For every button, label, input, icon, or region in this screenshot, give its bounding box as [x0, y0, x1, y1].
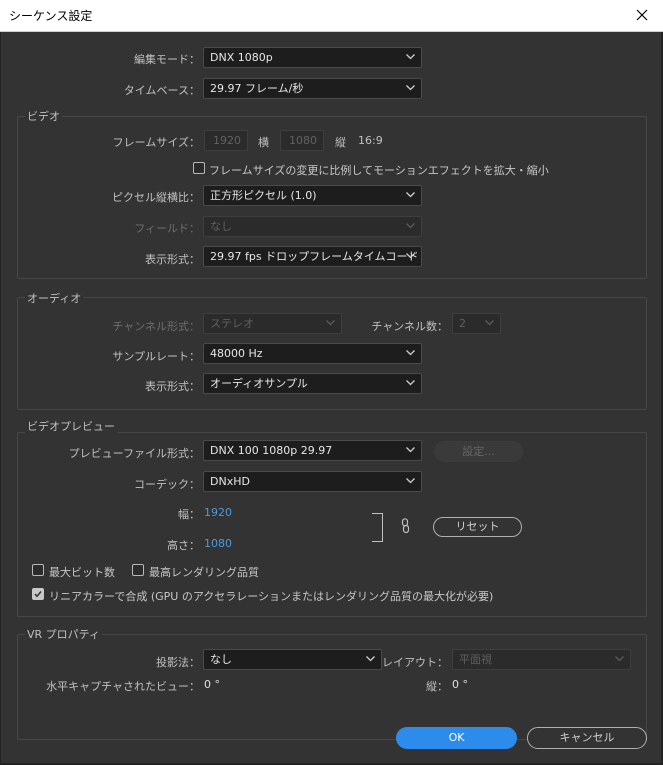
horizontal-capture-label: 水平キャプチャされたビュー： [46, 680, 200, 693]
pixel-aspect-label: ピクセル縦横比： [112, 191, 200, 204]
layout-label: レイアウト： [382, 656, 448, 669]
scale-motion-label: フレームサイズの変更に比例してモーションエフェクトを拡大・縮小 [209, 164, 549, 177]
settings-button: 設定... [434, 441, 523, 462]
timebase-value: 29.97 フレーム/秒 [210, 82, 304, 95]
link-icon[interactable] [401, 518, 410, 534]
edit-mode-label: 編集モード： [134, 53, 200, 66]
max-render-quality-checkbox[interactable] [132, 564, 144, 576]
timebase-select[interactable]: 29.97 フレーム/秒 [203, 78, 422, 99]
max-bit-depth-checkbox[interactable] [32, 564, 44, 576]
preview-height-label: 高さ： [167, 539, 200, 552]
audio-section-title: オーディオ [25, 290, 84, 306]
close-button[interactable] [623, 0, 663, 31]
chevron-down-icon [406, 447, 415, 453]
ok-button[interactable]: OK [396, 727, 517, 749]
vr-section-title: VR プロパティ [25, 626, 103, 642]
channel-count-select: 2 [452, 313, 501, 334]
audio-display-format-value: オーディオサンプル [210, 377, 308, 390]
cancel-button[interactable]: キャンセル [527, 727, 647, 749]
horizontal-capture-value: 0 ° [204, 678, 220, 691]
close-icon [636, 9, 648, 21]
chevron-down-icon [406, 380, 415, 386]
video-preview-section-title: ビデオプレビュー [25, 418, 117, 434]
preview-width-value[interactable]: 1920 [204, 506, 232, 519]
chevron-down-icon [406, 478, 415, 484]
chevron-down-icon [406, 192, 415, 198]
chevron-down-icon [485, 320, 494, 326]
preview-format-value: DNX 100 1080p 29.97 [210, 444, 333, 457]
timebase-label: タイムベース： [123, 84, 200, 97]
preview-width-label: 幅： [178, 508, 200, 521]
chevron-down-icon [615, 656, 624, 662]
pixel-aspect-value: 正方形ピクセル (1.0) [210, 189, 317, 202]
channel-format-select: ステレオ [203, 313, 342, 334]
chevron-down-icon [406, 85, 415, 91]
video-section-title: ビデオ [25, 108, 62, 124]
field-label: フィールド： [134, 222, 200, 235]
sample-rate-value: 48000 Hz [210, 347, 263, 360]
chevron-down-icon [366, 656, 375, 662]
preview-height-value[interactable]: 1080 [204, 537, 232, 550]
codec-select[interactable]: DNxHD [203, 471, 422, 492]
channel-format-value: ステレオ [210, 317, 254, 330]
linear-color-label: リニアカラーで合成 (GPU のアクセラレーションまたはレンダリング品質の最大化… [49, 590, 494, 603]
vertical-capture-label: 縦： [426, 680, 448, 693]
chevron-down-icon [406, 253, 415, 259]
frame-height-value: 1080 [289, 134, 317, 147]
sample-rate-label: サンプルレート： [112, 350, 200, 363]
pixel-aspect-select[interactable]: 正方形ピクセル (1.0) [203, 185, 422, 206]
max-render-quality-label: 最高レンダリング品質 [149, 566, 259, 579]
sequence-settings-dialog: 編集モード： DNX 1080p タイムベース： 29.97 フレーム/秒 ビデ… [1, 32, 661, 763]
codec-value: DNxHD [210, 475, 250, 488]
channel-format-label: チャンネル形式： [112, 320, 200, 333]
channel-count-value: 2 [459, 317, 466, 330]
video-display-format-value: 29.97 fps ドロップフレームタイムコード [210, 250, 419, 263]
height-label: 縦 [335, 136, 346, 149]
projection-select[interactable]: なし [203, 649, 382, 670]
checkmark-icon [34, 591, 42, 598]
video-display-format-select[interactable]: 29.97 fps ドロップフレームタイムコード [203, 246, 422, 267]
width-label: 横 [258, 136, 269, 149]
link-bracket [372, 513, 383, 542]
audio-display-format-label: 表示形式： [145, 380, 200, 393]
chevron-down-icon [326, 320, 335, 326]
frame-width-value: 1920 [213, 134, 241, 147]
layout-select: 平面視 [452, 649, 631, 670]
aspect-ratio-text: 16:9 [358, 134, 383, 147]
chevron-down-icon [406, 223, 415, 229]
chevron-down-icon [406, 350, 415, 356]
scale-motion-checkbox[interactable] [193, 162, 205, 174]
edit-mode-value: DNX 1080p [210, 51, 273, 64]
projection-label: 投影法： [156, 656, 200, 669]
field-select: なし [203, 216, 422, 237]
chevron-down-icon [406, 54, 415, 60]
sample-rate-select[interactable]: 48000 Hz [203, 343, 422, 364]
max-bit-depth-label: 最大ビット数 [49, 566, 115, 579]
edit-mode-select[interactable]: DNX 1080p [203, 47, 422, 68]
window-title: シーケンス設定 [9, 9, 93, 23]
video-display-format-label: 表示形式： [145, 253, 200, 266]
audio-display-format-select[interactable]: オーディオサンプル [203, 373, 422, 394]
channel-count-label: チャンネル数： [371, 320, 448, 333]
reset-button[interactable]: リセット [433, 517, 522, 537]
preview-format-select[interactable]: DNX 100 1080p 29.97 [203, 440, 422, 461]
vertical-capture-value: 0 ° [452, 678, 468, 691]
frame-size-label: フレームサイズ： [112, 136, 200, 149]
frame-height-input: 1080 [280, 130, 324, 151]
projection-value: なし [210, 653, 232, 666]
title-bar: シーケンス設定 [0, 0, 663, 32]
layout-value: 平面視 [459, 653, 492, 666]
linear-color-checkbox[interactable] [32, 588, 44, 600]
preview-format-label: プレビューファイル形式： [68, 447, 200, 460]
frame-width-input: 1920 [204, 130, 248, 151]
codec-label: コーデック： [134, 478, 200, 491]
field-value: なし [210, 220, 232, 233]
